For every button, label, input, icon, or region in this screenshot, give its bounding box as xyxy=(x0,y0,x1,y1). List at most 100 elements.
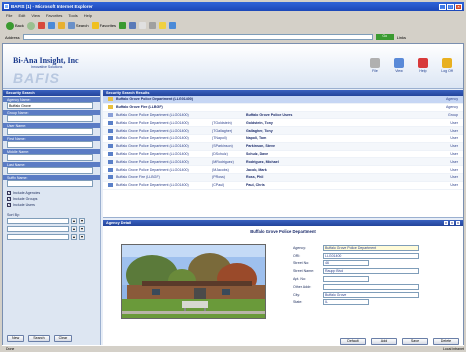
search-field-input[interactable] xyxy=(7,141,93,148)
header-button-log-off[interactable]: Log Off xyxy=(439,58,455,73)
history-button[interactable] xyxy=(129,22,137,29)
header-button-help[interactable]: Help xyxy=(415,58,431,73)
minimize-button[interactable]: _ xyxy=(439,3,446,10)
result-row[interactable]: Buffalo Grove Police Department (LLG0140… xyxy=(103,158,463,167)
detail-field-input[interactable]: 46 xyxy=(323,260,369,267)
mail-button[interactable] xyxy=(139,22,147,29)
bafis-logo: Bi-Ana Insight, Inc Innovative Solutions… xyxy=(13,56,95,86)
header-buttons: File View Help Log Off xyxy=(367,58,455,73)
menu-help[interactable]: Help xyxy=(84,13,92,19)
home-icon xyxy=(57,22,65,29)
add-button[interactable]: Add xyxy=(371,338,397,345)
header-button-view[interactable]: View xyxy=(391,58,407,73)
home-button[interactable] xyxy=(57,22,65,29)
detail-close-icon[interactable] xyxy=(456,221,460,225)
detail-print-icon[interactable] xyxy=(444,221,448,225)
go-button[interactable]: Go xyxy=(375,34,394,40)
result-row[interactable]: Buffalo Grove Police Department (LLG0140… xyxy=(103,119,463,128)
sort-select-2[interactable] xyxy=(7,226,69,232)
address-input[interactable] xyxy=(22,34,373,40)
sort-down-button-3[interactable]: ▼ xyxy=(79,234,85,240)
detail-field-input[interactable]: LLG01400 xyxy=(323,252,419,259)
maximize-button[interactable]: □ xyxy=(447,3,454,10)
save-button[interactable]: Save xyxy=(402,338,428,345)
new-button[interactable]: New xyxy=(7,335,25,342)
messenger-button[interactable] xyxy=(169,22,177,29)
print-button[interactable] xyxy=(149,22,157,29)
security-search-panel: Security Search Agency Name:Group Name:U… xyxy=(3,90,101,348)
user-icon xyxy=(108,151,113,156)
include-checkbox[interactable]: ✓ xyxy=(7,191,11,195)
include-checkbox-row[interactable]: ✓ Include Users xyxy=(7,202,96,208)
detail-field-input[interactable] xyxy=(323,283,419,290)
clear-button[interactable]: Clear xyxy=(53,335,73,342)
search-field-input[interactable] xyxy=(7,180,93,187)
sort-up-button-2[interactable]: ▲ xyxy=(71,226,77,232)
links-label[interactable]: Links xyxy=(397,35,406,40)
include-checkbox[interactable]: ✓ xyxy=(7,203,11,207)
detail-field-input[interactable] xyxy=(323,276,369,283)
search-button[interactable]: Search xyxy=(67,22,89,29)
result-row[interactable]: Buffalo Grove Police Department (LLG0140… xyxy=(103,142,463,151)
result-name: Parkinson, Steve xyxy=(246,144,275,149)
header-button-file[interactable]: File xyxy=(367,58,383,73)
result-type: User xyxy=(450,183,458,188)
menu-file[interactable]: File xyxy=(6,13,12,19)
menu-favorites[interactable]: Favorites xyxy=(46,13,62,19)
menu-view[interactable]: View xyxy=(31,13,40,19)
agency-icon xyxy=(108,97,113,102)
result-row[interactable]: Buffalo Grove Police Department (LLG0140… xyxy=(103,182,463,190)
sort-select-1[interactable] xyxy=(7,218,69,224)
back-button[interactable]: Back xyxy=(6,21,24,30)
result-row[interactable]: Buffalo Grove Police Department (LLG0140… xyxy=(103,135,463,143)
detail-field-input[interactable]: IL xyxy=(323,299,369,306)
delete-button[interactable]: Delete xyxy=(433,338,459,345)
detail-field-input[interactable]: Buffalo Grove xyxy=(323,291,419,298)
search-field-input[interactable] xyxy=(7,167,93,174)
search-field-input[interactable] xyxy=(7,128,93,135)
default-button[interactable]: Default xyxy=(340,338,366,345)
result-row[interactable]: Buffalo Grove Fire (LLBGF) (PRoss) Ross, P… xyxy=(103,173,463,182)
forward-arrow-icon xyxy=(26,21,35,30)
stop-button[interactable] xyxy=(37,22,45,29)
menu-tools[interactable]: Tools xyxy=(68,13,77,19)
result-row[interactable]: Buffalo Grove Police Department (LLG0140… xyxy=(103,166,463,174)
result-row[interactable]: Buffalo Grove Fire (LLBGF) Agency xyxy=(103,104,463,112)
search-field-input[interactable] xyxy=(7,154,93,161)
folder-button[interactable] xyxy=(159,22,167,29)
sort-down-button[interactable]: ▼ xyxy=(79,218,85,224)
result-type: User xyxy=(450,136,458,141)
result-username: (SParkinson) xyxy=(212,144,233,149)
refresh-button[interactable] xyxy=(47,22,55,29)
media-button[interactable] xyxy=(119,22,127,29)
result-row[interactable]: Buffalo Grove Police Department (LLG0140… xyxy=(103,111,463,120)
close-button[interactable]: × xyxy=(455,3,462,10)
forward-button[interactable] xyxy=(26,21,35,30)
result-row[interactable]: Buffalo Grove Police Department (LLG0140… xyxy=(103,151,463,159)
detail-field-input[interactable]: Buffalo Grove Police Department xyxy=(323,244,419,251)
media-icon xyxy=(119,22,127,29)
sort-up-button[interactable]: ▲ xyxy=(71,218,77,224)
detail-field-label: Street No: xyxy=(293,261,310,266)
result-name: Goldstein, Tony xyxy=(246,120,273,125)
search-field-input[interactable] xyxy=(7,102,93,109)
detail-field-label: Apt. No: xyxy=(293,277,306,282)
result-row[interactable]: Buffalo Grove Police Department (LLG0140… xyxy=(103,127,463,135)
result-name: Schulz, Dave xyxy=(246,151,269,156)
detail-field-input[interactable]: Raupp Blvd xyxy=(323,268,419,275)
search-field-input[interactable] xyxy=(7,115,93,122)
help-icon xyxy=(418,58,428,68)
sort-down-button-2[interactable]: ▼ xyxy=(79,226,85,232)
menu-edit[interactable]: Edit xyxy=(18,13,25,19)
result-agency: Buffalo Grove Fire (LLBGF) xyxy=(116,105,163,110)
favorites-button[interactable]: Favorites xyxy=(91,22,116,29)
sort-up-button-3[interactable]: ▲ xyxy=(71,234,77,240)
search-submit-button[interactable]: Search xyxy=(28,335,50,342)
sort-select-3[interactable] xyxy=(7,234,69,240)
search-field-group: User Name: xyxy=(3,123,100,135)
detail-field-label: State: xyxy=(293,300,303,305)
include-checkbox[interactable]: ✓ xyxy=(7,197,11,201)
result-row[interactable]: Buffalo Grove Police Department (LLG0140… xyxy=(103,96,463,104)
logo-product: BAFIS xyxy=(13,70,60,86)
detail-refresh-icon[interactable] xyxy=(450,221,454,225)
